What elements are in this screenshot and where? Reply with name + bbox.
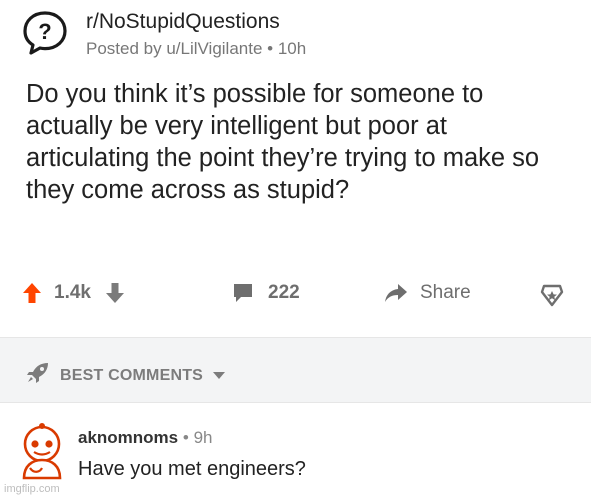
subreddit-name[interactable]: r/NoStupidQuestions xyxy=(86,10,280,34)
watermark: imgflip.com xyxy=(4,483,60,495)
comment-meta: aknomnoms • 9h xyxy=(78,428,212,448)
snoo-avatar-icon[interactable] xyxy=(16,422,68,480)
post-header: ? r/NoStupidQuestions Posted by u/LilVig… xyxy=(22,8,582,68)
posted-by[interactable]: Posted by u/LilVigilante xyxy=(86,39,262,58)
share-arrow-icon xyxy=(384,283,408,303)
post-action-bar: 1.4k 222 Share xyxy=(22,276,577,314)
comment-age: 9h xyxy=(193,428,213,447)
sort-dropdown[interactable]: BEST COMMENTS xyxy=(26,362,226,389)
svg-text:?: ? xyxy=(38,19,51,44)
downvote-arrow-icon[interactable] xyxy=(105,282,125,304)
caret-down-icon xyxy=(213,367,226,385)
comment-body: Have you met engineers? xyxy=(78,458,306,480)
sort-label: BEST COMMENTS xyxy=(60,366,204,384)
meta-separator: • xyxy=(267,39,274,58)
post-age: 10h xyxy=(277,39,307,58)
award-icon[interactable] xyxy=(540,283,564,307)
comment-separator: • xyxy=(182,428,189,447)
question-mark-icon[interactable]: ? xyxy=(22,10,68,56)
post-title[interactable]: Do you think it’s possible for someone t… xyxy=(26,78,566,206)
vote-score: 1.4k xyxy=(54,282,91,303)
share-button[interactable]: Share xyxy=(384,282,471,304)
rocket-icon xyxy=(26,362,50,389)
comment: aknomnoms • 9h Have you met engineers? xyxy=(16,418,576,490)
post-meta: Posted by u/LilVigilante • 10h xyxy=(86,39,306,59)
share-label: Share xyxy=(420,282,471,303)
comments-count: 222 xyxy=(268,282,300,303)
vote-group: 1.4k xyxy=(22,282,125,304)
comment-author[interactable]: aknomnoms xyxy=(78,428,178,447)
comment-bubble-icon xyxy=(232,282,254,304)
comments-button[interactable]: 222 xyxy=(232,282,300,304)
upvote-arrow-icon[interactable] xyxy=(22,282,42,304)
